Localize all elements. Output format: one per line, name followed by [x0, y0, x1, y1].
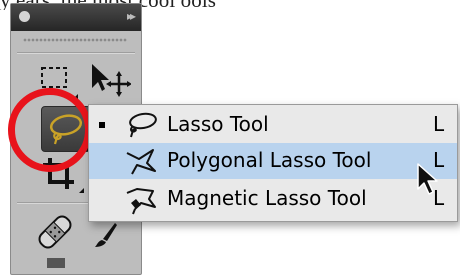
menu-item-label: Polygonal Lasso Tool [167, 148, 372, 172]
lasso-tools-flyout-menu: Lasso Tool L Polygonal Lasso Tool L Magn… [88, 104, 458, 222]
menu-item-label: Lasso Tool [167, 112, 269, 136]
bandage-icon [38, 215, 72, 249]
panel-grip[interactable] [23, 38, 127, 42]
divider [17, 52, 135, 54]
magnetic-lasso-icon [123, 185, 159, 220]
move-tool[interactable] [89, 62, 131, 98]
stamp-icon [47, 258, 65, 268]
menu-item-lasso-tool[interactable]: Lasso Tool L [89, 107, 457, 143]
stamp-tool[interactable] [41, 256, 71, 270]
flyout-indicator [79, 188, 84, 193]
move-icon [92, 64, 131, 97]
menu-item-polygonal-lasso-tool[interactable]: Polygonal Lasso Tool L [89, 143, 457, 179]
panel-close-button[interactable] [19, 11, 30, 22]
menu-item-label: Magnetic Lasso Tool [167, 186, 367, 210]
brush-tool[interactable] [95, 222, 119, 248]
active-tool-bullet [99, 122, 105, 128]
brush-icon [95, 223, 117, 247]
mouse-cursor-icon [416, 162, 444, 203]
highlight-circle-annotation [8, 88, 92, 172]
menu-item-magnetic-lasso-tool[interactable]: Magnetic Lasso Tool L [89, 181, 457, 217]
spot-healing-brush-tool[interactable] [33, 210, 77, 254]
panel-header: ▸▸ [11, 4, 141, 31]
menu-item-shortcut: L [433, 112, 445, 136]
polygonal-lasso-icon [123, 147, 159, 180]
expand-panel-icon[interactable]: ▸▸ [127, 9, 136, 23]
lasso-icon [123, 111, 159, 144]
